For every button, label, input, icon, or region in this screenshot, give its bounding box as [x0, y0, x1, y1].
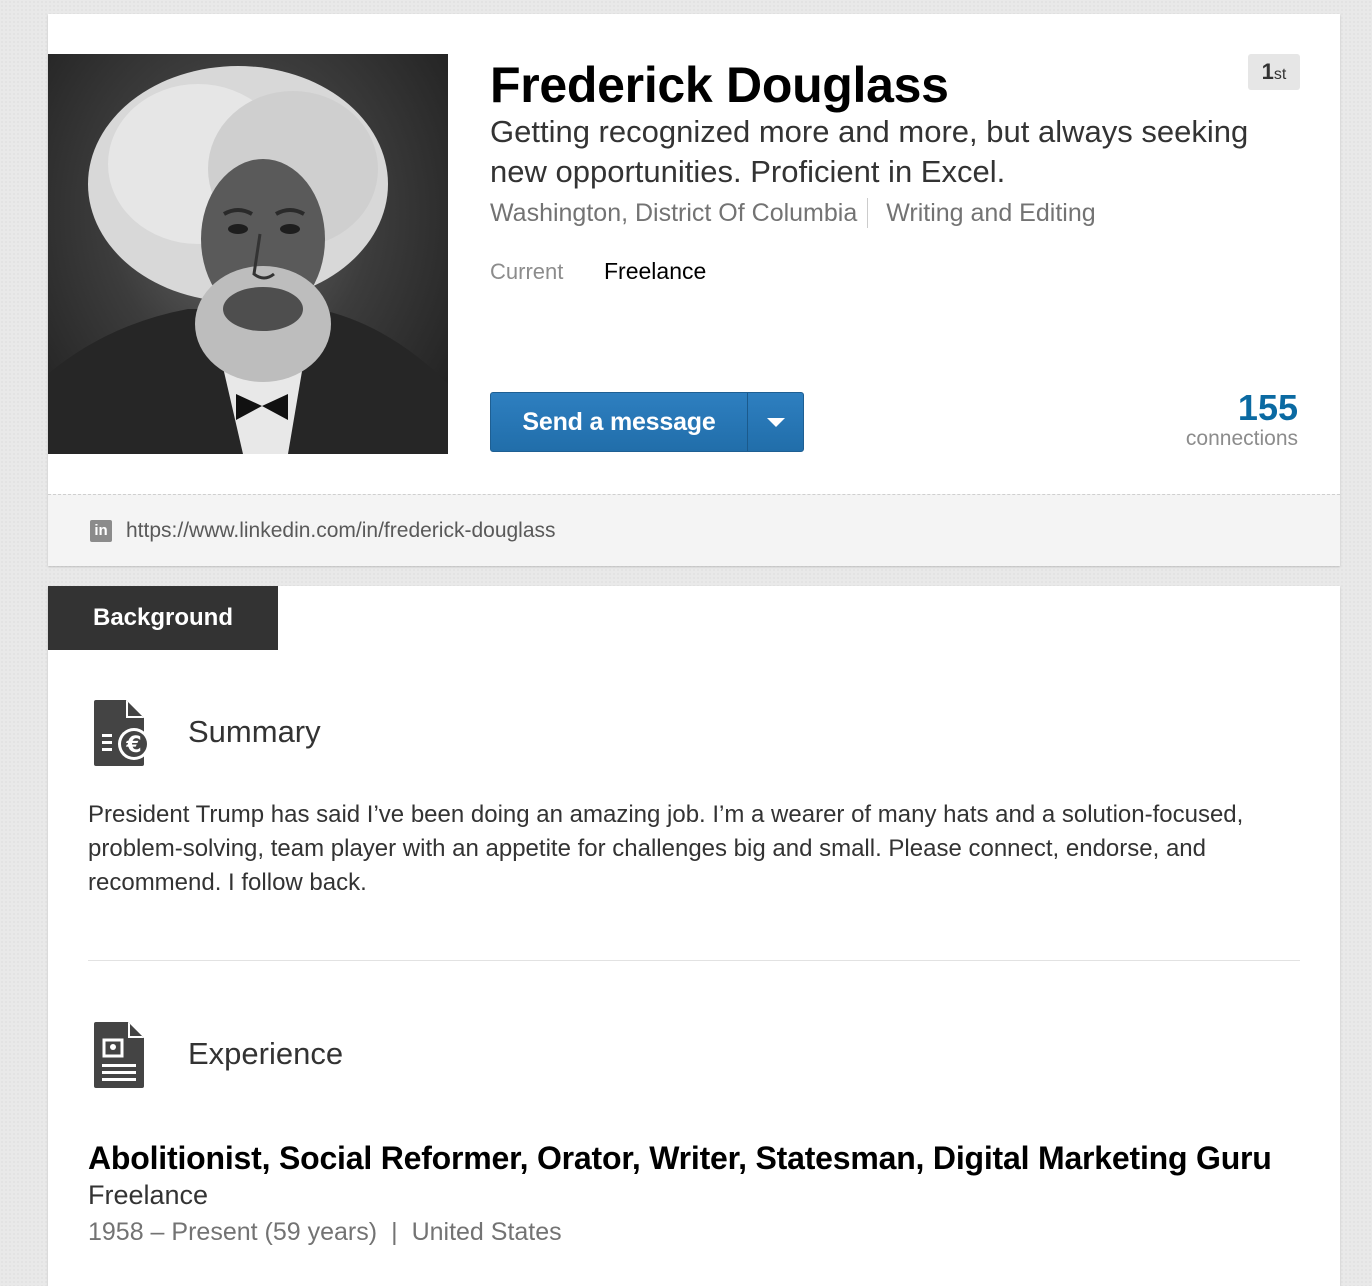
connections-number: 155: [1237, 387, 1298, 428]
profile-meta: Washington, District Of Columbia Writing…: [490, 198, 1096, 228]
background-card: Background € Summary President Trump has…: [48, 586, 1340, 1286]
job-dates: 1958 – Present (59 years): [88, 1218, 378, 1246]
meta-separator: |: [391, 1218, 398, 1246]
meta-divider: [867, 198, 869, 228]
svg-text:€: €: [125, 733, 141, 758]
experience-section-title: Experience: [188, 1036, 344, 1071]
experience-document-icon: [94, 1022, 146, 1095]
connection-degree-badge: 1st: [1248, 54, 1300, 90]
degree-suffix: st: [1273, 66, 1287, 83]
send-message-button[interactable]: Send a message: [491, 393, 748, 451]
profile-industry[interactable]: Writing and Editing: [886, 199, 1095, 228]
job-meta: 1958 – Present (59 years) | United States: [88, 1218, 562, 1247]
public-profile-url[interactable]: https://www.linkedin.com/in/frederick-do…: [126, 519, 556, 543]
public-profile-url-bar: in https://www.linkedin.com/in/frederick…: [48, 494, 1340, 566]
job-title[interactable]: Abolitionist, Social Reformer, Orator, W…: [88, 1140, 1272, 1177]
degree-number: 1: [1261, 59, 1274, 84]
job-location: United States: [411, 1218, 562, 1246]
job-company[interactable]: Freelance: [88, 1180, 208, 1211]
profile-location[interactable]: Washington, District Of Columbia: [490, 199, 857, 228]
chevron-down-icon: [766, 417, 785, 427]
profile-name: Frederick Douglass: [490, 57, 949, 113]
profile-photo[interactable]: [48, 54, 448, 454]
profile-headline: Getting recognized more and more, but al…: [490, 114, 1249, 189]
linkedin-icon: in: [90, 519, 112, 542]
message-options-dropdown[interactable]: [748, 393, 803, 451]
current-company-link[interactable]: Freelance: [604, 258, 706, 285]
summary-text: President Trump has said I’ve been doing…: [88, 801, 1244, 896]
profile-top-card: Frederick Douglass 1st Getting recognize…: [48, 14, 1340, 566]
summary-section-title: Summary: [188, 714, 321, 749]
connections-label: connections: [1185, 427, 1298, 450]
tab-background[interactable]: Background: [48, 586, 278, 650]
current-label: Current: [490, 258, 564, 284]
connections-count[interactable]: 155 connections: [1186, 388, 1298, 450]
send-message-button-group: Send a message: [490, 392, 804, 452]
summary-document-icon: €: [94, 700, 154, 773]
current-position: Current Freelance: [490, 258, 706, 285]
section-divider: [88, 960, 1300, 961]
